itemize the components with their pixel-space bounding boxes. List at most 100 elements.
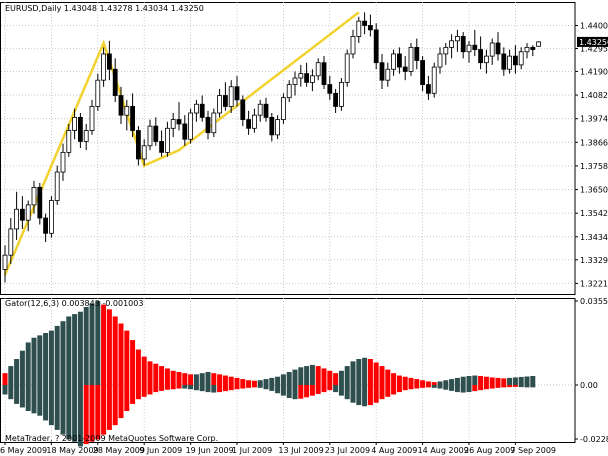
gator-lower-bar <box>176 384 182 389</box>
gator-upper-bar <box>454 377 460 385</box>
gator-upper-bar <box>483 376 489 385</box>
candle-body <box>472 44 478 50</box>
candle-body <box>37 186 43 219</box>
gator-upper-bar <box>379 366 385 385</box>
gator-lower-bar <box>275 384 281 394</box>
gator-upper-bar <box>385 369 391 385</box>
gator-upper-bar <box>350 361 356 385</box>
gator-upper-bar <box>309 364 315 385</box>
candle-body <box>222 95 228 107</box>
x-tick-label: 13 Jul 2009 <box>278 446 323 455</box>
candle-body <box>478 49 484 64</box>
gator-lower-bar <box>14 384 20 404</box>
gator-lower-bar <box>31 384 37 414</box>
candle-body <box>43 217 48 234</box>
gator-upper-bar <box>449 379 455 385</box>
candle-body <box>437 53 443 68</box>
zigzag-layer <box>3 11 360 276</box>
gator-upper-bar <box>396 375 402 385</box>
gator-upper-bar <box>402 376 408 385</box>
gator-upper-bar <box>182 373 188 385</box>
gator-upper-bar <box>228 376 234 385</box>
gator-lower-bar <box>530 384 536 388</box>
x-tick-label: 6 May 2009 <box>0 446 47 455</box>
candle-body <box>420 60 426 85</box>
candle-body <box>95 79 101 107</box>
gator-upper-bar <box>420 380 426 385</box>
gator-lower-bar <box>48 384 54 426</box>
gator-lower-bar <box>501 384 507 388</box>
gator-lower-bar <box>240 384 246 389</box>
gator-lower-bar <box>524 384 530 388</box>
gator-lower-bar <box>518 384 524 388</box>
candle-body <box>524 46 530 53</box>
gator-upper-bar <box>2 373 8 385</box>
candle-body <box>373 29 379 64</box>
candle-body <box>14 208 20 230</box>
candle-body <box>518 51 524 66</box>
candle-body <box>199 103 205 118</box>
gator-upper-bar <box>193 374 199 385</box>
indicator-y-tick-label: 0.00 <box>580 381 598 390</box>
y-tick-label: 1.44000 <box>580 22 608 31</box>
gator-lower-bar <box>141 384 147 397</box>
gator-upper-bar <box>315 366 321 385</box>
gator-lower-bar <box>396 384 402 393</box>
gator-lower-bar <box>338 384 344 396</box>
gator-lower-bar <box>327 384 333 391</box>
gator-upper-bar <box>478 376 484 385</box>
y-tick-label: 1.36500 <box>580 186 608 195</box>
gator-lower-bar <box>472 384 478 392</box>
gator-upper-bar <box>466 376 472 385</box>
candle-body <box>234 86 240 101</box>
candle-body <box>414 46 420 61</box>
gator-upper-bar <box>286 371 292 385</box>
candle-body <box>251 114 257 129</box>
gator-lower-bar <box>19 384 25 408</box>
gator-lower-bar <box>483 384 489 390</box>
gator-upper-bar <box>217 374 223 385</box>
gator-upper-bar <box>106 309 112 385</box>
gator-lower-bar <box>60 384 66 435</box>
gator-upper-bar <box>512 377 518 385</box>
candle-body <box>60 151 66 173</box>
gator-lower-bar <box>106 384 112 430</box>
y-tick-label: 1.40820 <box>580 91 608 100</box>
gator-lower-bar <box>205 384 211 393</box>
gator-lower-bar <box>304 384 310 398</box>
gator-upper-bar <box>199 373 205 385</box>
y-tick-label: 1.32210 <box>580 279 608 288</box>
gator-upper-bar <box>251 380 257 385</box>
candle-body <box>483 55 489 64</box>
gator-lower-bar <box>135 384 141 400</box>
candle-body <box>530 46 536 50</box>
gator-lower-bar <box>495 384 501 388</box>
gator-upper-bar <box>205 371 211 385</box>
candle-body <box>49 200 54 234</box>
gator-lower-bar <box>112 384 118 426</box>
candle-body <box>315 62 321 77</box>
gator-upper-bar <box>25 342 31 385</box>
gator-lower-bar <box>246 384 252 388</box>
gator-upper-bar <box>14 358 20 385</box>
gator-lower-bar <box>478 384 484 391</box>
gator-lower-bar <box>25 384 31 411</box>
candle-body <box>495 42 501 55</box>
gator-upper-bar <box>275 376 281 385</box>
gator-lower-bar <box>321 384 327 393</box>
copyright-text: MetaTrader, ? 2001-2009 MetaQuotes Softw… <box>5 434 218 443</box>
gator-upper-bar <box>37 335 43 385</box>
candle-body <box>449 40 455 48</box>
gator-upper-bar <box>118 323 124 385</box>
gator-upper-bar <box>77 311 83 385</box>
gator-lower-bar <box>124 384 130 411</box>
chart-root: 1.440001.429501.419001.408201.397401.386… <box>0 2 608 455</box>
y-tick-label: 1.41900 <box>580 67 608 76</box>
gator-lower-bar <box>367 384 373 406</box>
gator-lower-bar <box>385 384 391 397</box>
x-tick-label: 4 Aug 2009 <box>371 446 417 455</box>
gator-upper-bar <box>31 337 37 385</box>
candle-body <box>263 103 269 118</box>
chart-header: EURUSD,Daily 1.43048 1.43278 1.43034 1.4… <box>5 4 204 13</box>
candle-body <box>501 53 507 70</box>
